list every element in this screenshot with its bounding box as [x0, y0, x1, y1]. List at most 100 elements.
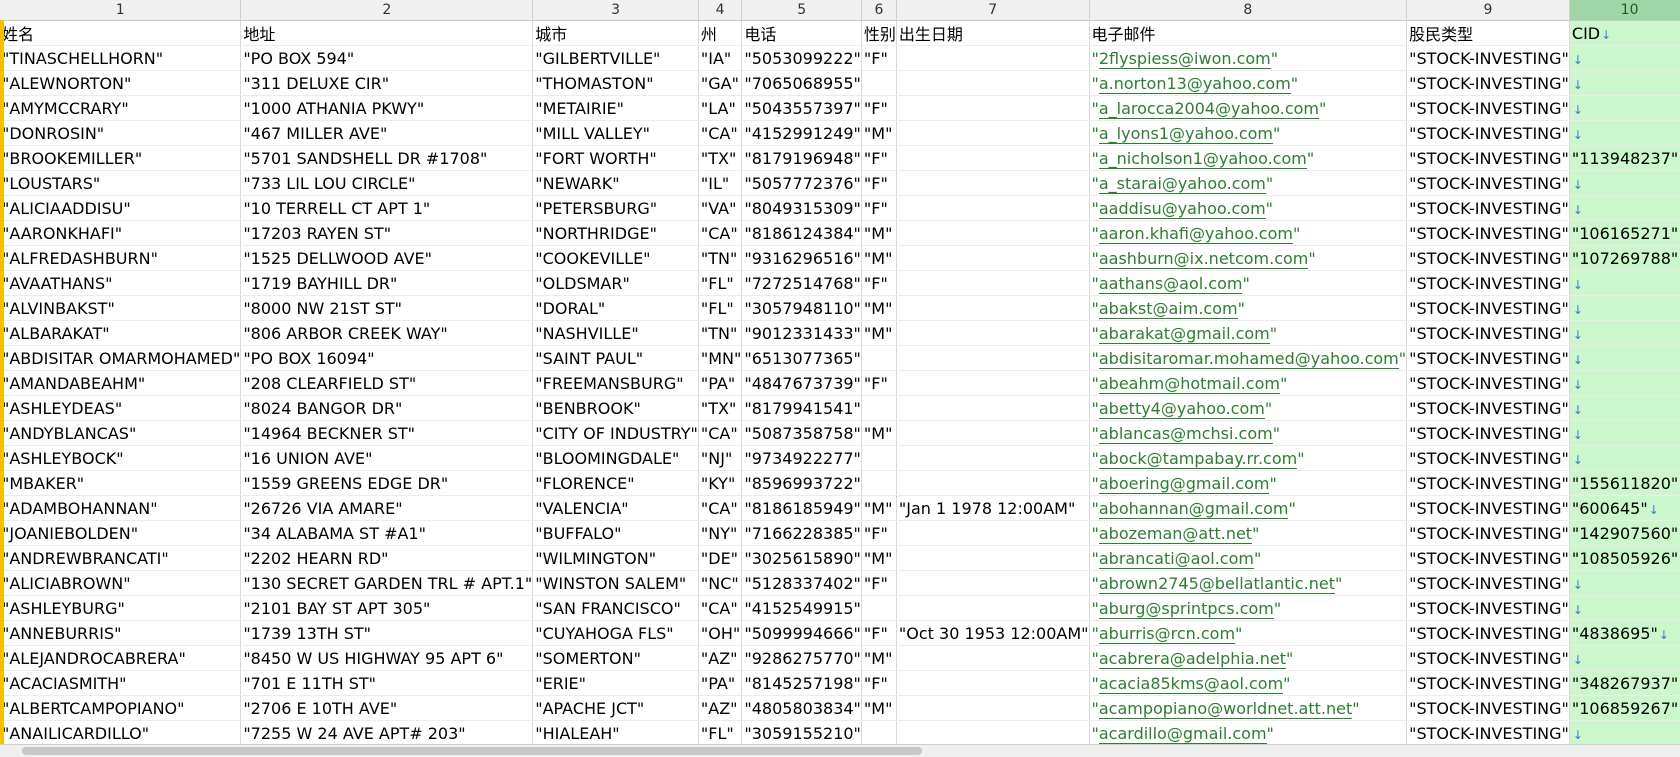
table-cell[interactable]: "DONROSIN" — [0, 120, 242, 146]
table-cell[interactable]: "ASHLEYBURG" — [0, 595, 242, 621]
table-cell[interactable]: "FORT WORTH" — [532, 145, 699, 171]
table-cell[interactable]: "5701 SANDSHELL DR #1708" — [240, 145, 534, 171]
table-cell[interactable]: "STOCK-INVESTING" — [1406, 495, 1570, 521]
email-link[interactable]: abarakat@gmail.com — [1098, 323, 1270, 344]
table-cell[interactable]: "TX" — [698, 395, 743, 421]
table-cell[interactable]: "a_starai@yahoo.com" — [1089, 170, 1408, 196]
column-header-3[interactable]: 3 — [532, 0, 699, 21]
table-cell[interactable]: "7065068955" — [741, 70, 862, 96]
table-cell[interactable]: "ANDREWBRANCATI" — [0, 545, 242, 571]
column-header-8[interactable]: 8 — [1089, 0, 1408, 21]
table-cell[interactable]: "8179196948" — [741, 145, 862, 171]
column-header-10[interactable]: 10 — [1569, 0, 1680, 21]
table-cell[interactable] — [896, 45, 1090, 71]
table-cell[interactable]: "WINSTON SALEM" — [532, 570, 699, 596]
email-link[interactable]: abohannan@gmail.com — [1098, 498, 1289, 519]
table-cell[interactable]: "STOCK-INVESTING" — [1406, 595, 1570, 621]
table-cell[interactable] — [861, 595, 897, 621]
table-cell[interactable]: "aaddisu@yahoo.com" — [1089, 195, 1408, 221]
email-link[interactable]: abakst@aim.com — [1098, 298, 1238, 319]
field-header-cell[interactable]: 州 — [698, 20, 743, 46]
table-cell[interactable]: "34 ALABAMA ST #A1" — [240, 520, 534, 546]
table-cell[interactable]: "600645"↓ — [1568, 495, 1680, 521]
table-cell[interactable]: "a.norton13@yahoo.com" — [1089, 70, 1408, 96]
table-cell[interactable]: "abohannan@gmail.com" — [1089, 495, 1408, 521]
table-cell[interactable]: "10 TERRELL CT APT 1" — [240, 195, 534, 221]
table-cell[interactable]: "abock@tampabay.rr.com" — [1089, 445, 1408, 471]
table-cell[interactable]: "STOCK-INVESTING" — [1406, 695, 1570, 721]
table-cell[interactable]: "ALICIABROWN" — [0, 570, 242, 596]
table-cell[interactable]: "M" — [861, 645, 897, 671]
table-cell[interactable]: "STOCK-INVESTING" — [1406, 170, 1570, 196]
table-cell[interactable]: "ALBERTCAMPOPIANO" — [0, 695, 242, 721]
table-cell[interactable] — [896, 645, 1090, 671]
table-cell[interactable]: "BUFFALO" — [532, 520, 699, 546]
table-cell[interactable]: "ALEJANDROCABRERA" — [0, 645, 242, 671]
table-cell[interactable]: "1719 BAYHILL DR" — [240, 270, 534, 296]
table-cell[interactable]: "BENBROOK" — [532, 395, 699, 421]
table-cell[interactable]: "M" — [861, 695, 897, 721]
table-cell[interactable]: "106165271"↓ — [1568, 220, 1680, 246]
table-cell[interactable]: "OH" — [698, 620, 743, 646]
table-cell[interactable]: "STOCK-INVESTING" — [1406, 520, 1570, 546]
table-cell[interactable]: "AMANDABEAHM" — [0, 370, 242, 396]
field-header-cell[interactable]: 电子邮件 — [1089, 20, 1408, 46]
table-cell[interactable]: "8145257198" — [741, 670, 862, 696]
table-cell[interactable]: "TN" — [698, 320, 743, 346]
email-link[interactable]: aaddisu@yahoo.com — [1098, 198, 1266, 219]
table-cell[interactable]: ↓ — [1568, 570, 1680, 596]
table-cell[interactable]: ↓ — [1568, 45, 1680, 71]
table-cell[interactable]: "4152991249" — [741, 120, 862, 146]
table-cell[interactable]: "8049315309" — [741, 195, 862, 221]
table-cell[interactable]: "5087358758" — [741, 420, 862, 446]
table-cell[interactable] — [896, 195, 1090, 221]
table-cell[interactable]: "STOCK-INVESTING" — [1406, 620, 1570, 646]
table-cell[interactable]: "STOCK-INVESTING" — [1406, 195, 1570, 221]
table-cell[interactable]: "aashburn@ix.netcom.com" — [1089, 245, 1408, 271]
table-cell[interactable] — [896, 720, 1090, 746]
table-cell[interactable]: "17203 RAYEN ST" — [240, 220, 534, 246]
table-cell[interactable]: "a_larocca2004@yahoo.com" — [1089, 95, 1408, 121]
table-cell[interactable]: "806 ARBOR CREEK WAY" — [240, 320, 534, 346]
table-cell[interactable] — [861, 395, 897, 421]
table-cell[interactable]: "IA" — [698, 45, 743, 71]
table-cell[interactable]: "ABDISITAR OMARMOHAMED" — [0, 345, 242, 371]
table-cell[interactable]: "abdisitaromar.mohamed@yahoo.com" — [1089, 345, 1408, 371]
email-link[interactable]: aathans@aol.com — [1098, 273, 1243, 294]
table-cell[interactable]: "701 E 11TH ST" — [240, 670, 534, 696]
table-cell[interactable]: "F" — [861, 195, 897, 221]
table-cell[interactable] — [896, 345, 1090, 371]
table-cell[interactable]: "PA" — [698, 370, 743, 396]
table-cell[interactable] — [896, 595, 1090, 621]
table-cell[interactable]: "9012331433" — [741, 320, 862, 346]
table-cell[interactable]: "ANAILICARDILLO" — [0, 720, 242, 746]
field-header-cell[interactable]: 地址 — [240, 20, 534, 46]
table-cell[interactable]: "Jan 1 1978 12:00AM" — [896, 495, 1090, 521]
table-cell[interactable]: "acabrera@adelphia.net" — [1089, 645, 1408, 671]
table-cell[interactable]: "F" — [861, 670, 897, 696]
table-cell[interactable]: ↓ — [1568, 345, 1680, 371]
field-header-cell[interactable]: 城市 — [532, 20, 699, 46]
table-cell[interactable]: "TN" — [698, 245, 743, 271]
table-cell[interactable]: "8000 NW 21ST ST" — [240, 295, 534, 321]
table-cell[interactable]: "aaron.khafi@yahoo.com" — [1089, 220, 1408, 246]
table-cell[interactable]: ↓ — [1568, 295, 1680, 321]
table-cell[interactable]: "STOCK-INVESTING" — [1406, 670, 1570, 696]
table-cell[interactable]: ↓ — [1568, 445, 1680, 471]
table-cell[interactable]: "ALBARAKAT" — [0, 320, 242, 346]
email-link[interactable]: a_starai@yahoo.com — [1098, 173, 1266, 194]
table-cell[interactable]: "8450 W US HIGHWAY 95 APT 6" — [240, 645, 534, 671]
table-cell[interactable]: "107269788"↓ — [1568, 245, 1680, 271]
table-cell[interactable]: "STOCK-INVESTING" — [1406, 120, 1570, 146]
table-cell[interactable]: ↓ — [1568, 120, 1680, 146]
table-cell[interactable]: "AARONKHAFI" — [0, 220, 242, 246]
email-link[interactable]: aashburn@ix.netcom.com — [1098, 248, 1309, 269]
table-cell[interactable] — [896, 120, 1090, 146]
table-cell[interactable]: "F" — [861, 45, 897, 71]
table-cell[interactable]: "1000 ATHANIA PKWY" — [240, 95, 534, 121]
table-cell[interactable]: ↓ — [1568, 95, 1680, 121]
table-cell[interactable]: "acardillo@gmail.com" — [1089, 720, 1408, 746]
email-link[interactable]: aboering@gmail.com — [1098, 473, 1270, 494]
table-cell[interactable]: "STOCK-INVESTING" — [1406, 320, 1570, 346]
column-header-4[interactable]: 4 — [698, 0, 743, 21]
